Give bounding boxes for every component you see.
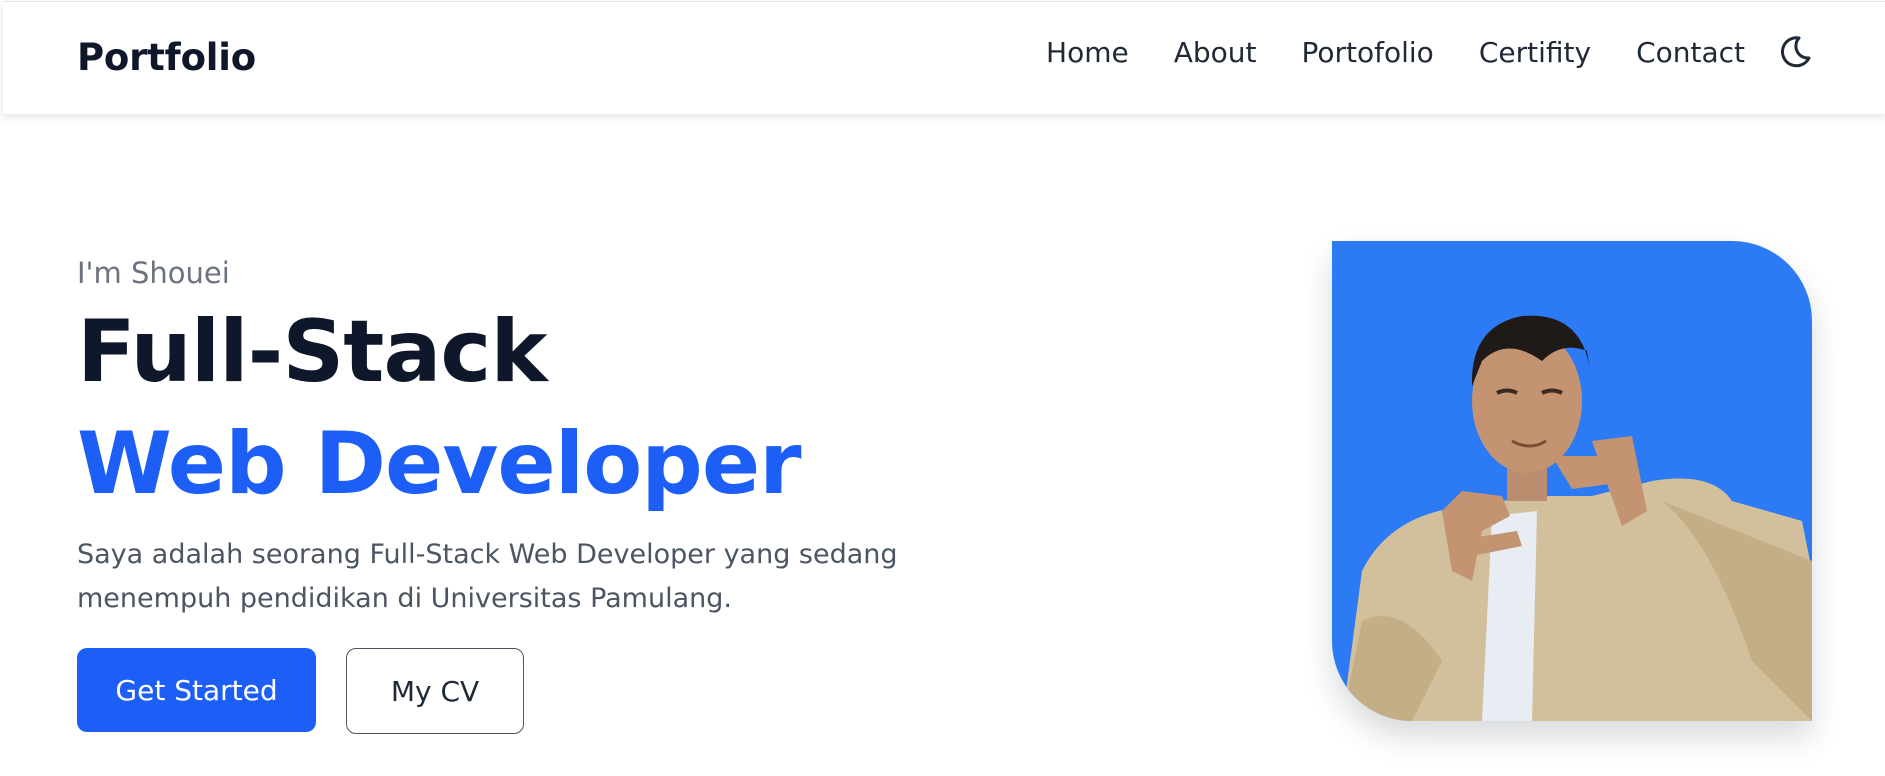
hero-title: Full-Stack Web Developer <box>77 296 1057 520</box>
hero-description: Saya adalah seorang Full-Stack Web Devel… <box>77 539 898 614</box>
nav-link-home[interactable]: Home <box>1046 36 1129 69</box>
hero-title-line1: Full-Stack <box>77 302 548 402</box>
hero-actions: Get Started My CV <box>77 648 524 734</box>
main-nav: Home About Portofolio Certifity Contact <box>1046 36 1745 69</box>
brand-logo[interactable]: Portfolio <box>77 36 256 79</box>
hero-text: I'm Shouei Full-Stack Web Developer Saya… <box>77 255 1057 621</box>
moon-icon[interactable] <box>1775 32 1815 72</box>
my-cv-button[interactable]: My CV <box>346 648 524 734</box>
nav-link-portofolio[interactable]: Portofolio <box>1302 36 1434 69</box>
nav-link-contact[interactable]: Contact <box>1636 36 1745 69</box>
hero-title-line2: Web Developer <box>77 414 802 514</box>
profile-photo <box>1332 241 1812 721</box>
navbar: Portfolio Home About Portofolio Certifit… <box>3 1 1885 114</box>
hero-intro: I'm Shouei <box>77 256 230 290</box>
nav-link-about[interactable]: About <box>1174 36 1257 69</box>
get-started-button[interactable]: Get Started <box>77 648 316 732</box>
nav-link-certifity[interactable]: Certifity <box>1479 36 1591 69</box>
